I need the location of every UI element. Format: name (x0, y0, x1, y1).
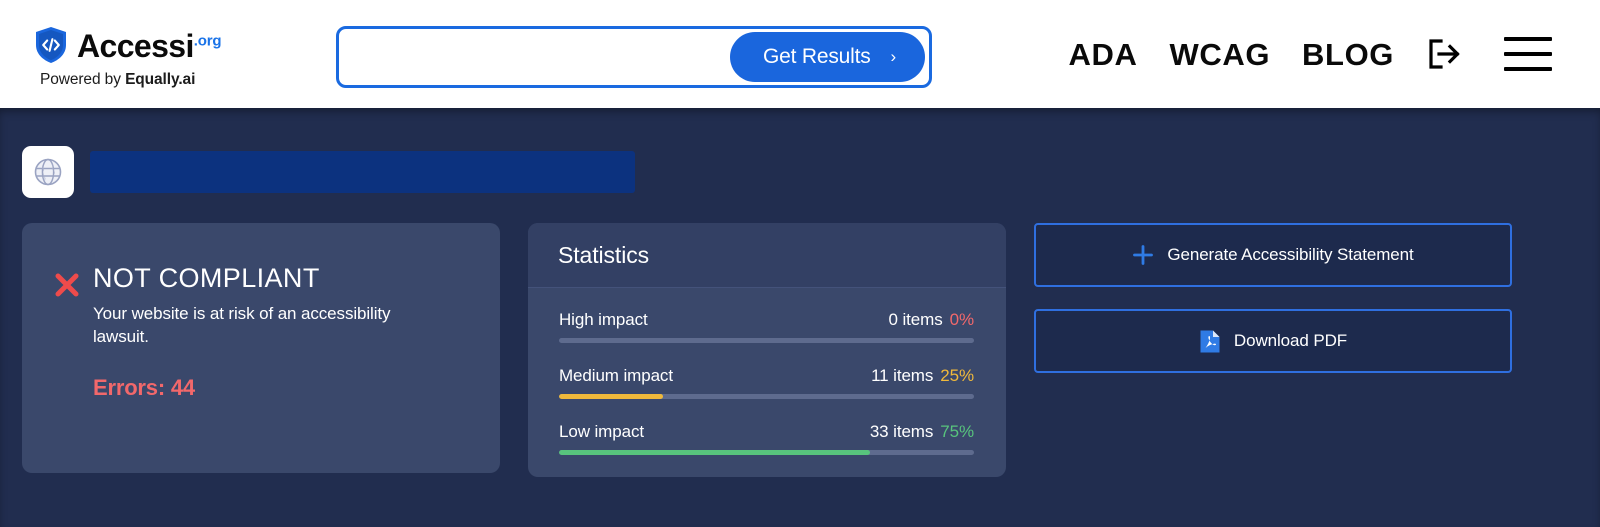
stat-bar-medium (559, 394, 974, 399)
site-favicon (22, 146, 74, 198)
stat-row-medium-impact: Medium impact 11 items 25% (559, 366, 974, 399)
brand-tagline-company: Equally.ai (125, 71, 196, 88)
pdf-file-icon (1199, 329, 1221, 354)
brand-tagline: Powered by Equally.ai (40, 71, 196, 88)
get-results-button[interactable]: Get Results › (730, 32, 925, 82)
stat-bar-low (559, 450, 974, 455)
compliance-description: Your website is at risk of an accessibil… (93, 304, 391, 346)
stat-percent-high: 0% (949, 310, 974, 329)
menu-button[interactable] (1478, 37, 1572, 71)
get-results-label: Get Results (763, 45, 871, 68)
action-buttons: Generate Accessibility Statement Downloa… (1034, 223, 1514, 373)
red-x-icon (54, 263, 80, 298)
login-button[interactable] (1410, 34, 1478, 74)
stat-bar-high (559, 338, 974, 343)
download-pdf-label: Download PDF (1233, 331, 1348, 350)
stat-label-high: High impact (559, 310, 648, 329)
stat-bar-fill-low (559, 450, 871, 455)
stat-items-high: 0 items (888, 310, 943, 329)
nav-link-ada[interactable]: ADA (1053, 39, 1154, 70)
statistics-rows: High impact 0 items 0% Medium impact 11 i… (528, 288, 1006, 477)
stat-bar-fill-medium (559, 394, 663, 399)
stat-value-low: 33 items 75% (870, 422, 974, 442)
stat-percent-medium: 25% (940, 366, 974, 385)
login-arrow-icon (1424, 34, 1464, 74)
scanned-url-redacted (90, 151, 635, 193)
stat-row-low-impact: Low impact 33 items 75% (559, 422, 974, 455)
stat-label-medium: Medium impact (559, 366, 673, 385)
download-pdf-button[interactable]: Download PDF (1034, 309, 1512, 373)
brand-tld: .org (193, 32, 222, 50)
brand-logo[interactable]: Accessi.org Powered by Equally.ai (34, 26, 294, 89)
url-search-box[interactable]: Get Results › (336, 26, 932, 88)
search-input[interactable] (342, 32, 730, 82)
compliance-card: NOT COMPLIANT Your website is at risk of… (22, 223, 500, 473)
stat-row-high-impact: High impact 0 items 0% (559, 310, 974, 343)
globe-icon (33, 157, 63, 187)
stat-value-high: 0 items 0% (888, 310, 975, 330)
brand-name: Accessi.org (77, 28, 222, 64)
plus-icon (1132, 244, 1154, 266)
scan-results-panel: NOT COMPLIANT Your website is at risk of… (0, 108, 1600, 527)
stat-items-medium: 11 items (871, 366, 934, 385)
statistics-title: Statistics (558, 241, 650, 268)
stat-value-medium: 11 items 25% (871, 366, 974, 386)
stat-items-low: 33 items (869, 422, 934, 441)
compliance-status: NOT COMPLIANT (93, 263, 320, 293)
statistics-card: Statistics High impact 0 items 0% Medium … (528, 223, 1006, 477)
nav-link-wcag[interactable]: WCAG (1154, 39, 1287, 70)
scanned-site-row (22, 146, 635, 198)
main-nav: ADA WCAG BLOG (1053, 0, 1572, 108)
shield-code-icon (34, 26, 68, 64)
nav-link-blog[interactable]: BLOG (1286, 39, 1410, 70)
statistics-header: Statistics (528, 223, 1006, 288)
stat-percent-low: 75% (940, 422, 974, 441)
chevron-right-icon: › (890, 46, 897, 66)
stat-label-low: Low impact (559, 422, 644, 441)
results-cards: NOT COMPLIANT Your website is at risk of… (22, 223, 1578, 477)
generate-accessibility-statement-button[interactable]: Generate Accessibility Statement (1034, 223, 1512, 287)
site-header: Accessi.org Powered by Equally.ai Get Re… (0, 0, 1600, 108)
error-count: Errors: 44 (93, 374, 195, 400)
generate-statement-label: Generate Accessibility Statement (1167, 245, 1414, 264)
hamburger-menu-icon (1504, 37, 1552, 71)
